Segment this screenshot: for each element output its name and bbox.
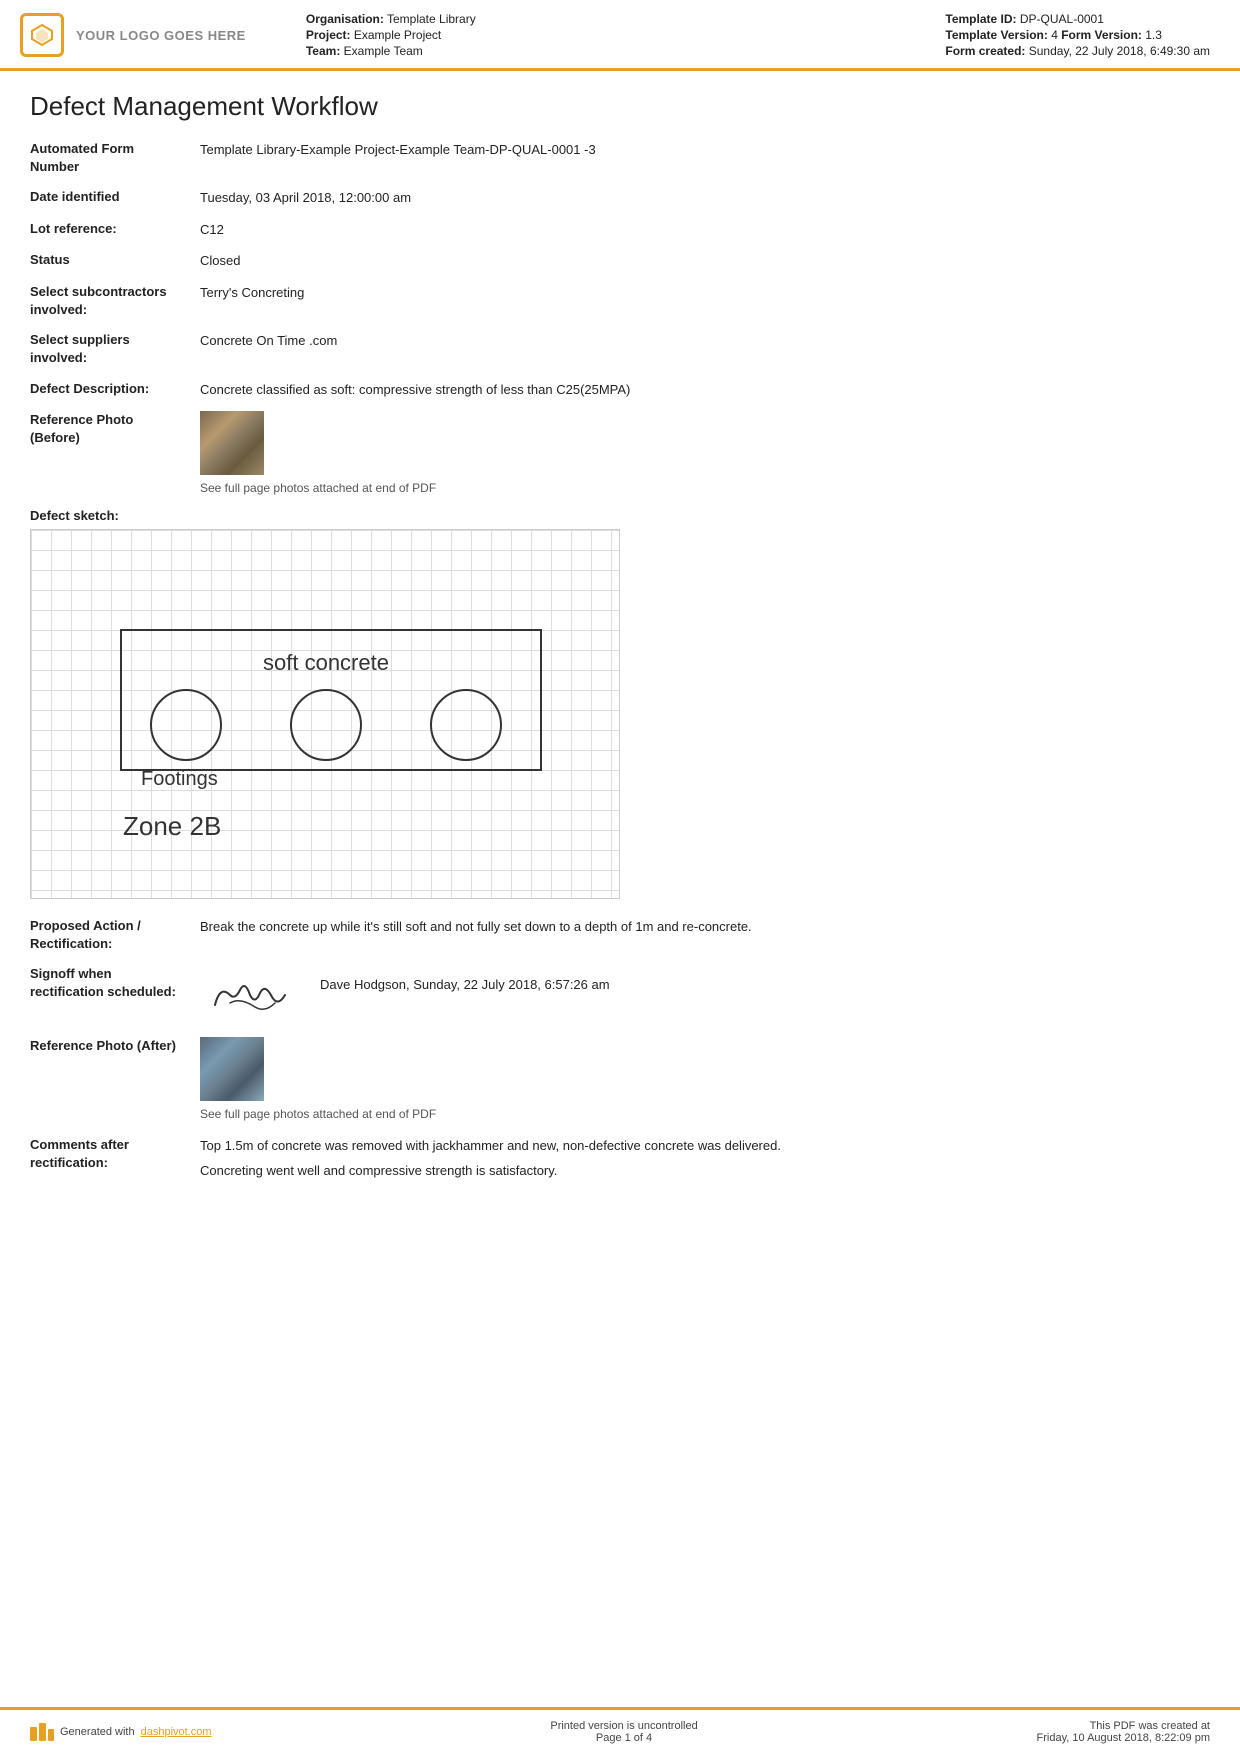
comments-line2: Concreting went well and compressive str… bbox=[200, 1161, 1210, 1181]
reference-photo-after-caption: See full page photos attached at end of … bbox=[200, 1105, 436, 1123]
main-content: Defect Management Workflow Automated For… bbox=[0, 71, 1240, 1707]
reference-photo-before-value: See full page photos attached at end of … bbox=[200, 409, 1210, 498]
template-id-line: Template ID: DP-QUAL-0001 bbox=[945, 12, 1210, 26]
reference-photo-after-image bbox=[200, 1037, 264, 1101]
reference-photo-after-value: See full page photos attached at end of … bbox=[200, 1035, 1210, 1124]
defect-description-value: Concrete classified as soft: compressive… bbox=[200, 378, 1210, 400]
header-right: Template ID: DP-QUAL-0001 Template Versi… bbox=[945, 12, 1210, 58]
signoff-value: Dave Hodgson, Sunday, 22 July 2018, 6:57… bbox=[200, 963, 1210, 1025]
footer-left: Generated with dashpivot.com bbox=[30, 1723, 212, 1741]
form-created-line: Form created: Sunday, 22 July 2018, 6:49… bbox=[945, 44, 1210, 58]
suppliers-label: Select suppliers involved: bbox=[30, 329, 200, 367]
comments-label: Comments after rectification: bbox=[30, 1134, 200, 1172]
subcontractors-row: Select subcontractors involved: Terry's … bbox=[30, 281, 1210, 319]
sketch-drawing: soft concrete Footings Zone 2B bbox=[31, 530, 619, 898]
defect-description-row: Defect Description: Concrete classified … bbox=[30, 378, 1210, 400]
subcontractors-value: Terry's Concreting bbox=[200, 281, 1210, 303]
project-line: Project: Example Project bbox=[306, 28, 926, 42]
signoff-person: Dave Hodgson, Sunday, 22 July 2018, 6:57… bbox=[320, 965, 610, 995]
date-identified-value: Tuesday, 03 April 2018, 12:00:00 am bbox=[200, 186, 1210, 208]
reference-photo-before-image bbox=[200, 411, 264, 475]
defect-sketch-section: Defect sketch: soft concrete bbox=[30, 508, 1210, 899]
org-line: Organisation: Template Library bbox=[306, 12, 926, 26]
template-version-line: Template Version: 4 Form Version: 1.3 bbox=[945, 28, 1210, 42]
subcontractors-label: Select subcontractors involved: bbox=[30, 281, 200, 319]
footer: Generated with dashpivot.com Printed ver… bbox=[0, 1707, 1240, 1754]
footer-created-text: This PDF was created at bbox=[1037, 1720, 1210, 1732]
defect-description-label: Defect Description: bbox=[30, 378, 200, 398]
reference-photo-before-caption: See full page photos attached at end of … bbox=[200, 479, 436, 497]
footer-right: This PDF was created at Friday, 10 Augus… bbox=[1037, 1720, 1210, 1744]
footer-page: Page 1 of 4 bbox=[550, 1732, 697, 1744]
automated-form-number-row: Automated Form Number Template Library-E… bbox=[30, 138, 1210, 176]
team-line: Team: Example Team bbox=[306, 44, 926, 58]
signoff-label: Signoff when rectification scheduled: bbox=[30, 963, 200, 1001]
status-label: Status bbox=[30, 249, 200, 269]
signoff-row: Signoff when rectification scheduled: Da… bbox=[30, 963, 1210, 1025]
lot-reference-label: Lot reference: bbox=[30, 218, 200, 238]
reference-photo-after-row: Reference Photo (After) See full page ph… bbox=[30, 1035, 1210, 1124]
lot-reference-value: C12 bbox=[200, 218, 1210, 240]
status-row: Status Closed bbox=[30, 249, 1210, 271]
reference-photo-after-label: Reference Photo (After) bbox=[30, 1035, 200, 1055]
footer-generated-text: Generated with bbox=[60, 1726, 135, 1738]
proposed-action-row: Proposed Action / Rectification: Break t… bbox=[30, 915, 1210, 953]
date-identified-label: Date identified bbox=[30, 186, 200, 206]
svg-text:soft concrete: soft concrete bbox=[263, 650, 389, 675]
logo-text: YOUR LOGO GOES HERE bbox=[76, 28, 246, 43]
proposed-action-value: Break the concrete up while it's still s… bbox=[200, 915, 1210, 937]
footer-center: Printed version is uncontrolled Page 1 o… bbox=[550, 1720, 697, 1744]
svg-text:Zone 2B: Zone 2B bbox=[123, 811, 221, 841]
logo-icon bbox=[20, 13, 64, 57]
page: YOUR LOGO GOES HERE Organisation: Templa… bbox=[0, 0, 1240, 1754]
footer-created-date: Friday, 10 August 2018, 8:22:09 pm bbox=[1037, 1732, 1210, 1744]
automated-form-number-value: Template Library-Example Project-Example… bbox=[200, 138, 1210, 160]
defect-sketch-label: Defect sketch: bbox=[30, 508, 1210, 523]
header-middle: Organisation: Template Library Project: … bbox=[266, 12, 926, 58]
logo-area: YOUR LOGO GOES HERE bbox=[20, 12, 246, 58]
lot-reference-row: Lot reference: C12 bbox=[30, 218, 1210, 240]
footer-logo-icon bbox=[30, 1723, 54, 1741]
footer-link[interactable]: dashpivot.com bbox=[141, 1726, 212, 1738]
reference-photo-before-row: Reference Photo (Before) See full page p… bbox=[30, 409, 1210, 498]
signature-image bbox=[200, 965, 300, 1025]
header: YOUR LOGO GOES HERE Organisation: Templa… bbox=[0, 0, 1240, 71]
sketch-container: soft concrete Footings Zone 2B bbox=[30, 529, 620, 899]
status-value: Closed bbox=[200, 249, 1210, 271]
footer-uncontrolled: Printed version is uncontrolled bbox=[550, 1720, 697, 1732]
comments-row: Comments after rectification: Top 1.5m o… bbox=[30, 1134, 1210, 1181]
automated-form-number-label: Automated Form Number bbox=[30, 138, 200, 176]
suppliers-row: Select suppliers involved: Concrete On T… bbox=[30, 329, 1210, 367]
page-title: Defect Management Workflow bbox=[30, 91, 1210, 122]
comments-value: Top 1.5m of concrete was removed with ja… bbox=[200, 1134, 1210, 1181]
signature-area: Dave Hodgson, Sunday, 22 July 2018, 6:57… bbox=[200, 965, 1210, 1025]
suppliers-value: Concrete On Time .com bbox=[200, 329, 1210, 351]
comments-line1: Top 1.5m of concrete was removed with ja… bbox=[200, 1136, 1210, 1156]
svg-text:Footings: Footings bbox=[141, 768, 218, 790]
reference-photo-before-label: Reference Photo (Before) bbox=[30, 409, 200, 447]
proposed-action-label: Proposed Action / Rectification: bbox=[30, 915, 200, 953]
date-identified-row: Date identified Tuesday, 03 April 2018, … bbox=[30, 186, 1210, 208]
